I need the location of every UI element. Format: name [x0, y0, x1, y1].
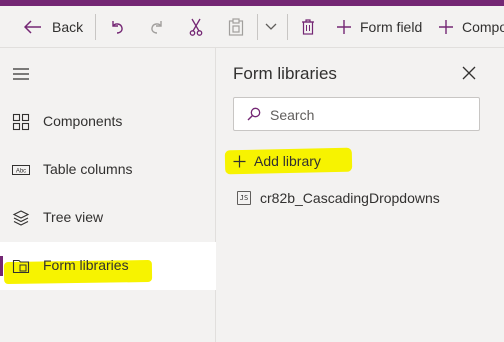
library-item[interactable]: JS cr82b_CascadingDropdowns	[237, 189, 440, 207]
component-button[interactable]: Compo	[438, 6, 504, 48]
paste-button[interactable]	[228, 6, 244, 48]
undo-button[interactable]	[109, 6, 125, 48]
svg-text:Abc: Abc	[16, 169, 26, 175]
paste-icon	[228, 18, 244, 36]
left-navigation: Components Abc Table columns Tree view	[0, 48, 216, 342]
components-icon	[12, 113, 30, 131]
nav-item-label: Components	[43, 113, 123, 129]
form-field-button[interactable]: Form field	[336, 6, 422, 48]
plus-icon	[337, 20, 351, 34]
plus-icon	[439, 20, 453, 34]
nav-item-label: Form libraries	[43, 257, 129, 273]
undo-icon	[112, 21, 123, 34]
back-arrow-icon	[24, 20, 41, 34]
table-columns-icon: Abc	[12, 165, 30, 175]
toolbar-divider	[95, 14, 96, 40]
nav-item-label: Tree view	[43, 209, 104, 225]
toolbar-divider	[287, 14, 288, 40]
add-library-label: Add library	[254, 153, 321, 169]
form-libraries-icon	[12, 259, 30, 274]
close-icon[interactable]	[461, 65, 477, 81]
chevron-down-icon	[265, 23, 277, 30]
nav-item-components[interactable]: Components	[0, 98, 216, 146]
cut-button[interactable]	[189, 6, 203, 48]
form-libraries-panel: Form libraries Add library JS cr82b_Casc…	[217, 48, 504, 342]
nav-item-label: Table columns	[43, 161, 133, 177]
redo-icon	[151, 21, 162, 34]
hamburger-menu-button[interactable]	[0, 48, 216, 96]
back-button[interactable]: Back	[24, 6, 83, 48]
nav-item-table-columns[interactable]: Abc Table columns	[0, 146, 216, 194]
cut-icon	[189, 18, 203, 36]
add-library-button[interactable]: Add library	[233, 152, 321, 170]
search-input[interactable]	[270, 105, 470, 125]
javascript-file-icon: JS	[237, 191, 251, 205]
toolbar-divider	[257, 14, 258, 40]
search-icon	[247, 107, 261, 121]
form-field-label: Form field	[360, 19, 423, 35]
more-paste-dropdown[interactable]	[265, 6, 277, 48]
panel-title: Form libraries	[233, 64, 337, 83]
tree-view-icon	[12, 210, 30, 226]
back-label: Back	[52, 19, 84, 35]
search-box[interactable]	[233, 97, 480, 131]
nav-item-tree-view[interactable]: Tree view	[0, 194, 216, 242]
nav-item-form-libraries-content: Form libraries	[0, 242, 216, 290]
delete-icon	[302, 19, 314, 35]
delete-button[interactable]	[301, 6, 315, 48]
command-bar: Back Form field Compo	[0, 6, 504, 48]
plus-icon	[233, 155, 246, 167]
hamburger-menu-icon	[13, 68, 29, 80]
library-name: cr82b_CascadingDropdowns	[260, 190, 440, 206]
component-label: Compo	[462, 19, 504, 35]
redo-button[interactable]	[149, 6, 165, 48]
